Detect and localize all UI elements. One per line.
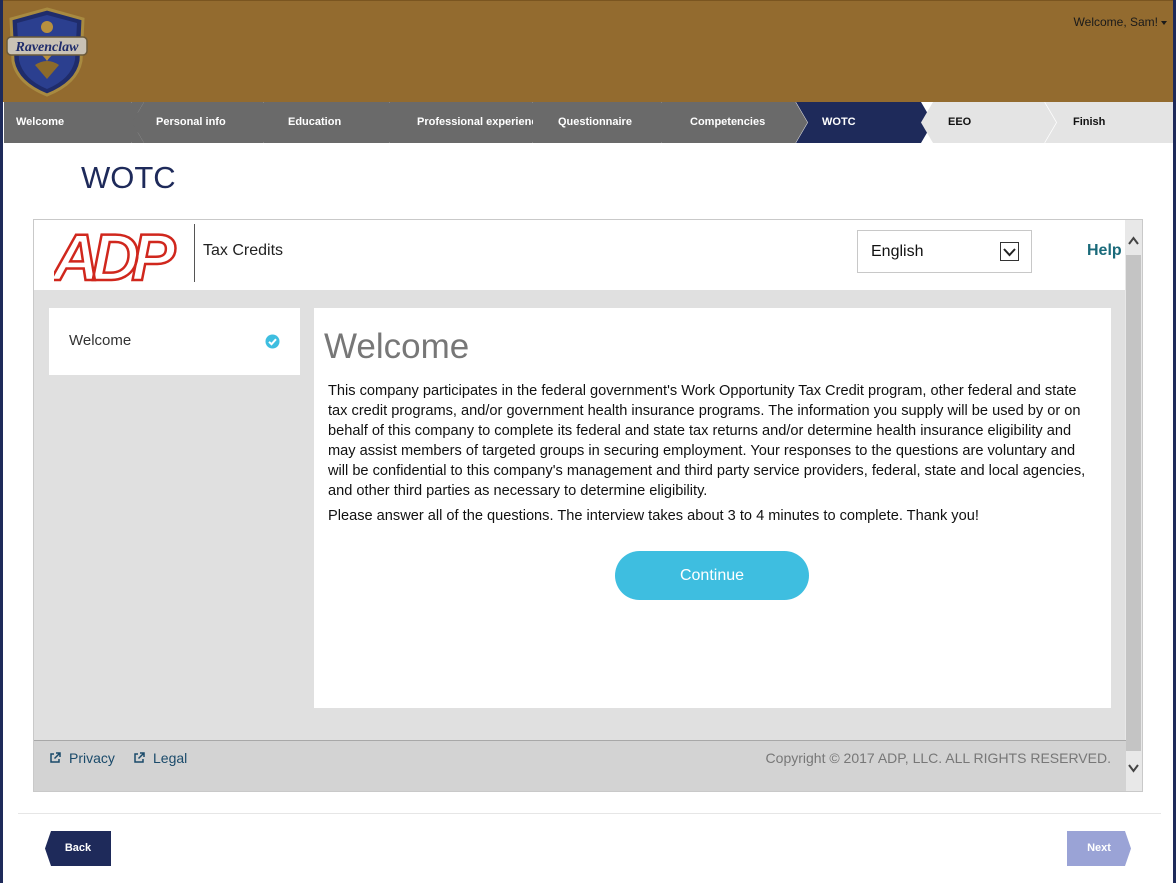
language-select-value: English xyxy=(871,243,924,260)
adp-logo: ADP xyxy=(54,224,186,284)
step-label: Finish xyxy=(1073,116,1106,128)
side-nav-label: Welcome xyxy=(69,332,132,349)
side-nav-item-welcome[interactable]: Welcome xyxy=(49,308,300,375)
check-circle-icon xyxy=(265,334,280,349)
caret-down-icon xyxy=(1161,20,1167,25)
back-button-label: Back xyxy=(64,842,92,854)
frame-scrollbar[interactable] xyxy=(1125,220,1142,791)
continue-button[interactable]: Continue xyxy=(615,551,809,600)
product-label: Tax Credits xyxy=(203,242,284,259)
step-questionnaire[interactable]: Questionnaire xyxy=(533,102,674,143)
step-shape xyxy=(1045,102,1173,143)
step-personal-info[interactable]: Personal info xyxy=(132,102,276,143)
legal-label: Legal xyxy=(153,750,188,766)
step-shape xyxy=(921,102,1057,143)
legal-link[interactable]: Legal xyxy=(133,750,187,766)
next-button-label: Next xyxy=(1087,842,1111,854)
back-button[interactable]: Back xyxy=(45,831,111,866)
step-label: Questionnaire xyxy=(558,116,632,128)
adp-frame-header: ADP Tax Credits English Help xyxy=(34,220,1126,290)
divider xyxy=(18,813,1161,814)
chevron-down-icon xyxy=(1000,242,1019,261)
step-education[interactable]: Education xyxy=(264,102,402,143)
scrollbar-thumb[interactable] xyxy=(1126,255,1141,751)
progress-steps: Welcome Personal info Education Professi… xyxy=(4,102,1173,143)
step-wotc[interactable]: WOTC xyxy=(796,102,933,143)
scroll-up-icon[interactable] xyxy=(1127,234,1140,248)
ravenclaw-crest-logo: Ravenclaw xyxy=(6,7,88,97)
external-link-icon xyxy=(134,752,145,763)
logo-divider xyxy=(194,224,195,282)
step-finish[interactable]: Finish xyxy=(1045,102,1173,143)
adp-frame-footer: Privacy Legal Copyright © 2017 ADP, LLC.… xyxy=(34,740,1126,791)
step-label: Professional experience xyxy=(417,116,544,128)
step-eeo[interactable]: EEO xyxy=(921,102,1057,143)
welcome-heading: Welcome xyxy=(324,327,470,366)
help-link[interactable]: Help xyxy=(1087,242,1122,260)
user-menu-label: Welcome, Sam! xyxy=(1073,15,1158,29)
instructions-paragraph: Please answer all of the questions. The … xyxy=(328,508,979,524)
step-label: EEO xyxy=(948,116,972,128)
scroll-down-icon[interactable] xyxy=(1127,761,1140,775)
step-label: WOTC xyxy=(822,116,856,128)
adp-tax-credits-frame: ADP Tax Credits English Help Welcome Wel… xyxy=(33,219,1143,792)
welcome-panel: Welcome This company participates in the… xyxy=(314,308,1111,708)
step-label: Welcome xyxy=(16,116,65,128)
page-title: WOTC xyxy=(81,160,176,195)
intro-paragraph: This company participates in the federal… xyxy=(328,383,1086,499)
step-professional-experience[interactable]: Professional experience xyxy=(390,102,545,143)
page: Ravenclaw Welcome, Sam! Welcome Personal… xyxy=(0,0,1176,883)
privacy-label: Privacy xyxy=(69,750,115,766)
step-competencies[interactable]: Competencies xyxy=(662,102,808,143)
svg-text:Ravenclaw: Ravenclaw xyxy=(15,40,80,55)
step-shape xyxy=(796,102,933,143)
user-menu[interactable]: Welcome, Sam! xyxy=(1074,15,1167,29)
next-button[interactable]: Next xyxy=(1067,831,1131,866)
language-select[interactable]: English xyxy=(857,230,1032,273)
step-welcome[interactable]: Welcome xyxy=(4,102,144,143)
privacy-link[interactable]: Privacy xyxy=(49,750,115,766)
site-header: Ravenclaw Welcome, Sam! xyxy=(3,0,1173,102)
step-label: Competencies xyxy=(690,116,766,128)
step-label: Personal info xyxy=(156,116,226,128)
copyright-text: Copyright © 2017 ADP, LLC. ALL RIGHTS RE… xyxy=(765,750,1111,766)
step-label: Education xyxy=(288,116,342,128)
external-link-icon xyxy=(50,752,61,763)
